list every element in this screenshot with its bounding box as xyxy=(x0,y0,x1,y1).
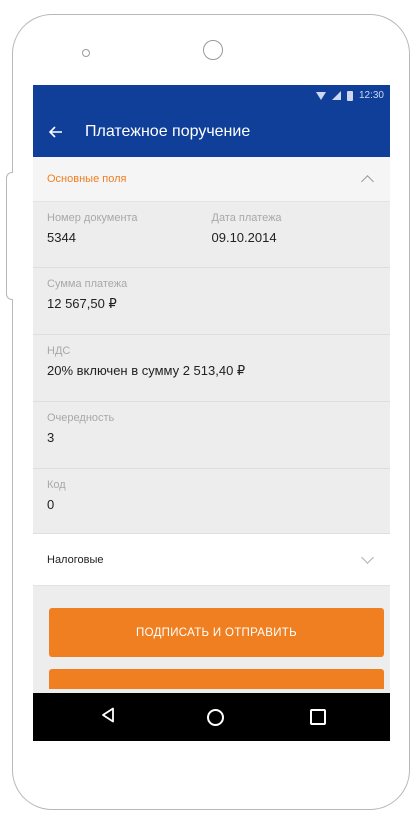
phone-camera xyxy=(203,40,223,60)
status-bar: 12:30 xyxy=(33,85,390,107)
phone-sensor xyxy=(82,49,90,57)
field-priority: Очередность 3 xyxy=(33,402,390,469)
field-code: Код 0 xyxy=(33,469,390,534)
section-tax-header[interactable]: Налоговые xyxy=(33,534,390,586)
field-value: 3 xyxy=(47,430,55,445)
secondary-button[interactable] xyxy=(49,669,384,689)
page-title: Платежное поручение xyxy=(85,123,251,140)
status-icons: 12:30 xyxy=(315,90,384,101)
field-label: НДС xyxy=(47,345,71,357)
sign-and-send-button[interactable]: ПОДПИСАТЬ И ОТПРАВИТЬ xyxy=(49,608,384,657)
field-payment-date: Дата платежа 09.10.2014 xyxy=(212,212,377,267)
back-button[interactable] xyxy=(33,107,79,157)
section-main-label: Основные поля xyxy=(47,173,127,185)
battery-icon xyxy=(346,90,353,101)
system-nav-bar xyxy=(33,693,390,741)
actions-area: ПОДПИСАТЬ И ОТПРАВИТЬ xyxy=(33,586,390,689)
signal-icon xyxy=(331,91,341,100)
section-main-header[interactable]: Основные поля xyxy=(33,157,390,202)
field-value: 12 567,50 ₽ xyxy=(47,296,117,311)
screen: 12:30 Платежное поручение Основные поля … xyxy=(33,85,390,741)
field-label: Код xyxy=(47,479,66,491)
field-amount: Сумма платежа 12 567,50 ₽ xyxy=(33,268,390,335)
phone-side-button xyxy=(6,172,13,300)
field-value: 0 xyxy=(47,497,55,512)
field-label: Очередность xyxy=(47,412,115,424)
chevron-down-icon xyxy=(361,551,374,564)
field-value: 20% включен в сумму 2 513,40 ₽ xyxy=(47,363,246,378)
section-tax-label: Налоговые xyxy=(47,553,104,566)
chevron-up-icon xyxy=(361,175,374,188)
nav-recent-apps-icon[interactable] xyxy=(310,709,326,725)
status-time: 12:30 xyxy=(358,90,384,101)
field-label: Дата платежа xyxy=(211,212,282,224)
field-row-doc-date: Номер документа 5344 Дата платежа 09.10.… xyxy=(33,202,390,268)
field-vat: НДС 20% включен в сумму 2 513,40 ₽ xyxy=(33,335,390,402)
nav-back-icon[interactable] xyxy=(101,707,115,723)
field-value: 5344 xyxy=(47,230,76,245)
field-label: Номер документа xyxy=(47,212,138,224)
field-value: 09.10.2014 xyxy=(211,230,277,245)
wifi-icon xyxy=(315,91,326,100)
app-bar: Платежное поручение xyxy=(33,107,390,157)
nav-home-icon[interactable] xyxy=(207,709,224,726)
arrow-left-icon xyxy=(49,126,62,138)
field-doc-number: Номер документа 5344 xyxy=(47,212,212,267)
field-label: Сумма платежа xyxy=(47,278,128,290)
